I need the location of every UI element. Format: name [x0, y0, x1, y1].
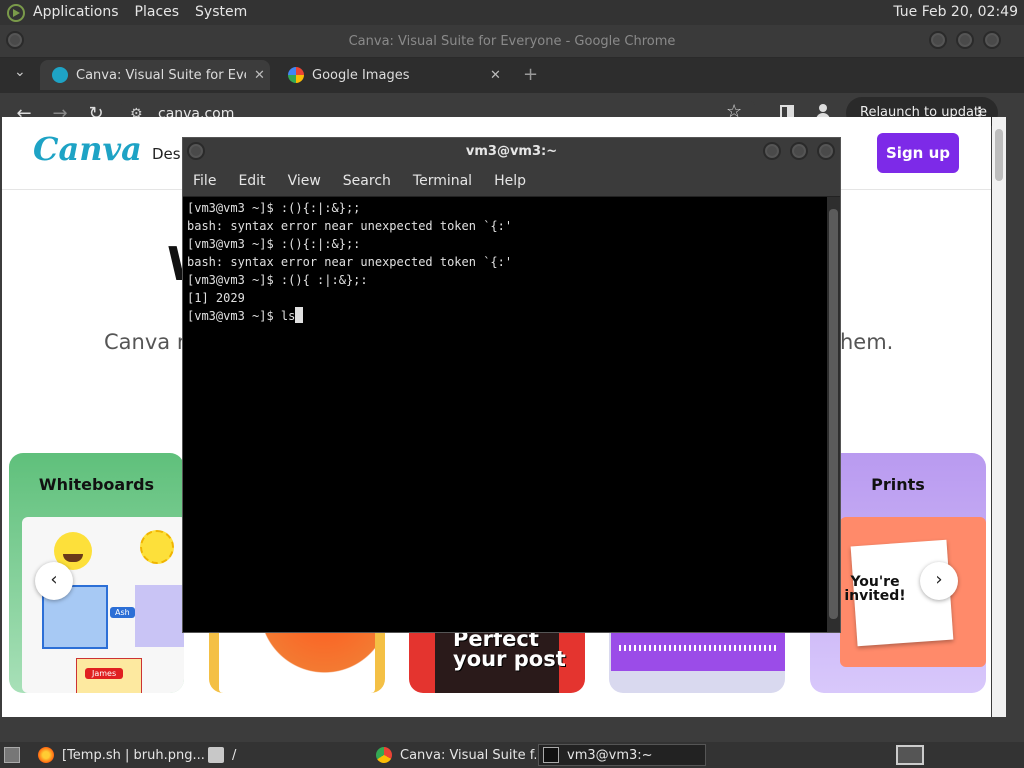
nav-design-menu[interactable]: Desi — [152, 145, 185, 163]
chrome-icon — [376, 747, 392, 763]
chrome-titlebar[interactable]: Canva: Visual Suite for Everyone - Googl… — [0, 25, 1024, 58]
show-desktop-button[interactable] — [0, 744, 30, 766]
google-favicon-icon — [288, 67, 304, 83]
desktop: Applications Places System Tue Feb 20, 0… — [0, 0, 1024, 768]
card-title: Whiteboards — [38, 475, 155, 494]
terminal-scrollbar[interactable] — [827, 197, 840, 632]
taskbar-item-chrome[interactable]: Canva: Visual Suite f... — [372, 744, 536, 766]
window-menu-button[interactable] — [187, 142, 205, 160]
terminal-input[interactable]: ls — [281, 309, 295, 323]
workspace-switcher[interactable] — [896, 745, 924, 765]
tab-close-icon[interactable]: ✕ — [490, 68, 501, 83]
new-tab-button[interactable]: + — [523, 64, 538, 85]
applications-menu[interactable]: Applications — [25, 0, 127, 25]
close-window-button[interactable] — [817, 142, 835, 160]
scrollbar-thumb[interactable] — [995, 129, 1003, 181]
terminal-menubar: File Edit View Search Terminal Help — [183, 166, 840, 197]
distro-logo-icon[interactable] — [7, 3, 25, 22]
show-desktop-icon — [4, 747, 20, 763]
card-whiteboards[interactable]: Whiteboards Ash James — [9, 453, 184, 693]
menu-help[interactable]: Help — [494, 173, 526, 189]
sticky-note — [135, 585, 184, 647]
window-menu-button[interactable] — [6, 31, 24, 49]
canva-logo[interactable]: Canva — [33, 130, 142, 168]
chrome-window-title: Canva: Visual Suite for Everyone - Googl… — [348, 34, 676, 49]
tab-google-images[interactable]: Google Images ✕ — [276, 60, 512, 90]
maximize-button[interactable] — [956, 31, 974, 49]
sign-up-button[interactable]: Sign up — [877, 133, 959, 173]
minimize-button[interactable] — [929, 31, 947, 49]
system-menu[interactable]: System — [187, 0, 255, 25]
tab-search-chevron-icon[interactable]: ⌄ — [14, 64, 26, 80]
close-window-button[interactable] — [983, 31, 1001, 49]
canva-favicon-icon — [52, 67, 68, 83]
carousel-next-button[interactable]: › — [920, 562, 958, 600]
panel-clock[interactable]: Tue Feb 20, 02:49 — [893, 0, 1018, 25]
tab-strip: ⌄ Canva: Visual Suite for Everyone ✕ Goo… — [0, 58, 1024, 93]
card-preview-text: Perfect your post — [453, 627, 566, 671]
menu-edit[interactable]: Edit — [238, 173, 265, 189]
taskbar-item-files[interactable]: / — [204, 744, 364, 766]
terminal-line: [vm3@vm3 ~]$ :(){:|:&};: — [187, 237, 361, 251]
taskbar-item-terminal[interactable]: vm3@vm3:~ — [538, 744, 706, 766]
places-menu[interactable]: Places — [127, 0, 188, 25]
terminal-window: vm3@vm3:~ File Edit View Search Terminal… — [182, 137, 841, 633]
menu-search[interactable]: Search — [343, 173, 391, 189]
whiteboard-preview: Ash James — [22, 517, 184, 693]
bottom-panel: [Temp.sh | bruh.png... / Canva: Visual S… — [0, 742, 1024, 768]
invitation-text: You're invited! — [844, 574, 906, 604]
maximize-button[interactable] — [790, 142, 808, 160]
text-cursor — [295, 307, 304, 323]
menu-terminal[interactable]: Terminal — [413, 173, 472, 189]
terminal-titlebar[interactable]: vm3@vm3:~ — [183, 138, 840, 166]
tab-title: Google Images — [312, 67, 410, 83]
page-scrollbar[interactable] — [992, 117, 1006, 717]
cursor-tag: James — [85, 668, 124, 679]
folder-icon — [208, 747, 224, 763]
cursor-tag: Ash — [110, 607, 135, 618]
lightbulb-icon — [140, 530, 174, 564]
taskbar-label: vm3@vm3:~ — [567, 747, 653, 763]
hero-subtitle-right: hem. — [840, 330, 894, 354]
terminal-input-line[interactable]: [vm3@vm3 ~]$ ls — [187, 307, 822, 325]
tab-close-icon[interactable]: ✕ — [254, 68, 265, 83]
terminal-line: bash: syntax error near unexpected token… — [187, 219, 513, 233]
menu-file[interactable]: File — [193, 173, 216, 189]
tab-canva[interactable]: Canva: Visual Suite for Everyone ✕ — [40, 60, 270, 90]
terminal-line: [vm3@vm3 ~]$ :(){:|:&};; — [187, 201, 361, 215]
taskbar-label: [Temp.sh | bruh.png... — [62, 747, 204, 763]
panel-menu: Applications Places System — [0, 0, 255, 25]
terminal-line: [1] 2029 — [187, 291, 245, 305]
taskbar-label: / — [232, 747, 237, 763]
taskbar-item-firefox[interactable]: [Temp.sh | bruh.png... — [34, 744, 204, 766]
menu-view[interactable]: View — [288, 173, 321, 189]
taskbar-label: Canva: Visual Suite f... — [400, 747, 536, 763]
tab-title: Canva: Visual Suite for Everyone — [76, 67, 246, 83]
firefox-icon — [38, 747, 54, 763]
terminal-icon — [543, 747, 559, 763]
terminal-line: bash: syntax error near unexpected token… — [187, 255, 513, 269]
carousel-prev-button[interactable]: ‹ — [35, 562, 73, 600]
scrollbar-thumb[interactable] — [829, 209, 838, 619]
terminal-title: vm3@vm3:~ — [465, 144, 558, 159]
terminal-prompt: [vm3@vm3 ~]$ — [187, 309, 281, 323]
terminal-line: [vm3@vm3 ~]$ :(){ :|:&};: — [187, 273, 368, 287]
minimize-button[interactable] — [763, 142, 781, 160]
top-panel: Applications Places System Tue Feb 20, 0… — [0, 0, 1024, 25]
terminal-output[interactable]: [vm3@vm3 ~]$ :(){:|:&};; bash: syntax er… — [183, 197, 826, 632]
